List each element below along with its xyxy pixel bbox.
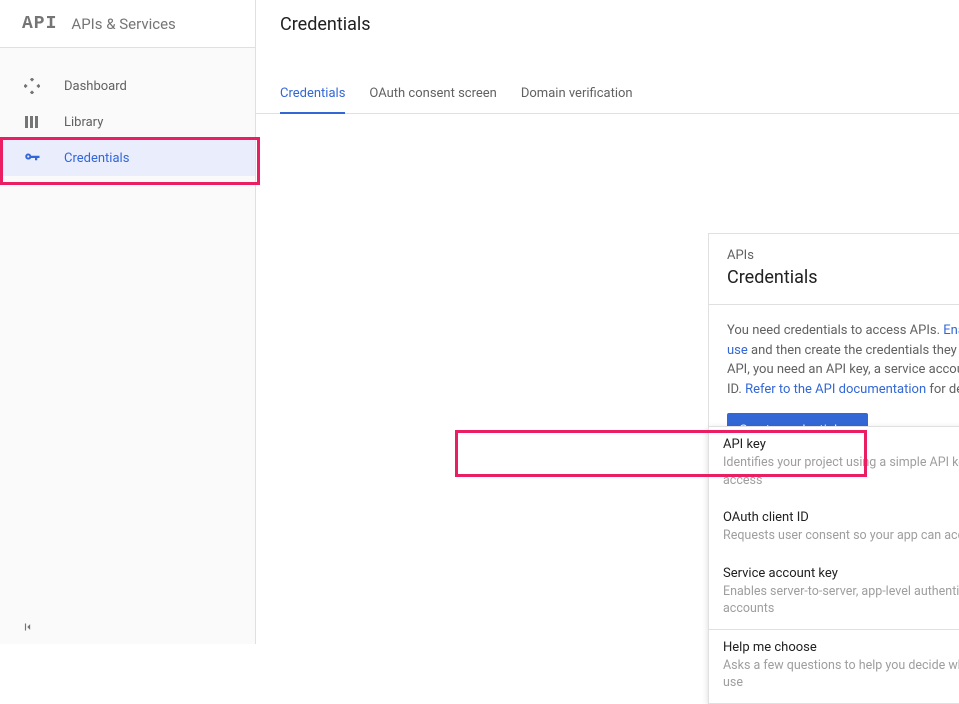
tabs: Credentials OAuth consent screen Domain … — [256, 78, 959, 114]
dropdown-item-desc: Requests user consent so your app can ac… — [723, 527, 959, 545]
card-supertitle: APIs — [727, 248, 959, 263]
sidebar-item-credentials[interactable]: Credentials — [0, 140, 255, 176]
tab-oauth-consent[interactable]: OAuth consent screen — [369, 78, 496, 113]
main: Credentials Credentials OAuth consent sc… — [256, 0, 959, 644]
sidebar-title: APIs & Services — [71, 15, 175, 33]
library-icon — [22, 112, 42, 132]
dropdown-item-title: OAuth client ID — [723, 510, 959, 525]
sidebar-item-label: Library — [64, 115, 103, 130]
tab-domain-verification[interactable]: Domain verification — [521, 78, 633, 113]
dropdown-item-desc: Identifies your project using a simple A… — [723, 454, 959, 489]
sidebar-item-library[interactable]: Library — [0, 104, 255, 140]
dropdown-item-title: Service account key — [723, 566, 959, 581]
dropdown-item-oauth-client[interactable]: OAuth client ID Requests user consent so… — [709, 500, 959, 556]
dropdown-item-help-choose[interactable]: Help me choose Asks a few questions to h… — [709, 630, 959, 703]
api-docs-link[interactable]: Refer to the API documentation — [745, 382, 926, 397]
page-title: Credentials — [280, 14, 371, 35]
create-credentials-dropdown: API key Identifies your project using a … — [708, 426, 959, 704]
dropdown-item-desc: Enables server-to-server, app-level auth… — [723, 583, 959, 618]
tab-credentials[interactable]: Credentials — [280, 78, 345, 113]
key-icon — [22, 148, 42, 168]
api-logo: API — [22, 14, 57, 34]
dropdown-item-title: API key — [723, 437, 959, 452]
page-header: Credentials — [256, 0, 959, 48]
collapse-sidebar-icon[interactable] — [22, 620, 36, 638]
dropdown-item-desc: Asks a few questions to help you decide … — [723, 657, 959, 692]
sidebar-item-dashboard[interactable]: Dashboard — [0, 68, 255, 104]
sidebar-nav: Dashboard Library Credentials — [0, 48, 255, 176]
dropdown-item-api-key[interactable]: API key Identifies your project using a … — [709, 427, 959, 500]
dropdown-item-service-account[interactable]: Service account key Enables server-to-se… — [709, 556, 959, 629]
sidebar-item-label: Dashboard — [64, 79, 127, 94]
dropdown-item-title: Help me choose — [723, 640, 959, 655]
card-title: Credentials — [727, 267, 959, 288]
dashboard-icon — [22, 76, 42, 96]
card-text: for details. — [926, 382, 959, 397]
sidebar-item-label: Credentials — [64, 151, 129, 166]
card-text: You need credentials to access APIs. — [727, 323, 943, 338]
sidebar: API APIs & Services Dashboard Library — [0, 0, 256, 644]
sidebar-header: API APIs & Services — [0, 0, 255, 48]
